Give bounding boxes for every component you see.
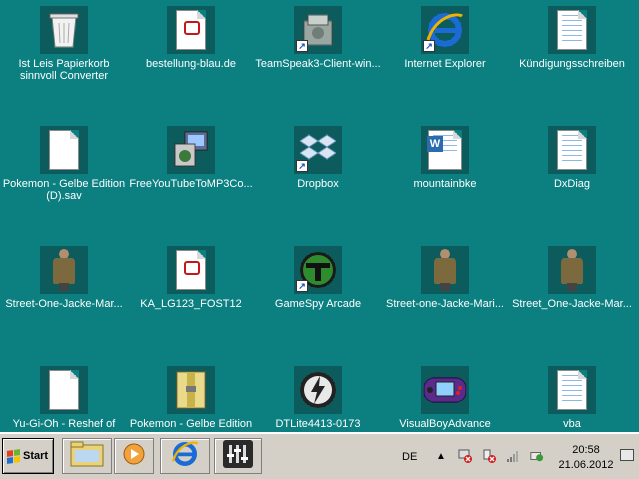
icon-label: Internet Explorer — [404, 58, 486, 70]
text-file-icon — [548, 6, 596, 54]
installer-icon: ↗ — [294, 6, 342, 54]
recycle-bin-icon — [40, 6, 88, 54]
image-file-icon — [40, 246, 88, 294]
windows-logo-icon — [7, 448, 20, 464]
blank-file-icon — [40, 366, 88, 414]
desktop-icon-kuendigungsschreiben[interactable]: Kündigungsschreiben — [508, 0, 636, 112]
icon-label: Pokemon - Gelbe Edition (D).sav — [2, 178, 126, 202]
icon-label: Kündigungsschreiben — [519, 58, 625, 70]
signal-strength-icon[interactable] — [506, 449, 520, 463]
gamespy-icon: ↗ — [294, 246, 342, 294]
desktop-icon-dropbox[interactable]: ↗ Dropbox — [254, 120, 382, 232]
network-error-icon[interactable] — [458, 449, 472, 463]
icon-label: DTLite4413-0173 — [275, 418, 361, 430]
pdf-file-icon — [167, 6, 215, 54]
installer-icon — [167, 126, 215, 174]
desktop-icon-recycle-bin[interactable]: Ist Leis Papierkorb sinnvoll Converter — [0, 0, 128, 112]
power-status-icon[interactable] — [530, 449, 544, 463]
gameboy-advance-icon — [421, 366, 469, 414]
icon-label: Dropbox — [297, 178, 339, 190]
start-label: Start — [23, 450, 49, 462]
icon-label: bestellung-blau.de — [146, 58, 236, 70]
archive-file-icon — [167, 366, 215, 414]
daemon-tools-icon — [294, 366, 342, 414]
icon-label: KA_LG123_FOST12 — [140, 298, 242, 310]
desktop-icon-teamspeak[interactable]: ↗ TeamSpeak3-Client-win... — [254, 0, 382, 112]
desktop: Ist Leis Papierkorb sinnvoll Converter b… — [0, 0, 639, 432]
pdf-file-icon — [167, 246, 215, 294]
action-center-error-icon[interactable] — [482, 449, 496, 463]
show-desktop-button[interactable] — [620, 449, 634, 461]
image-file-icon — [548, 246, 596, 294]
desktop-icon-pokemon-sav[interactable]: Pokemon - Gelbe Edition (D).sav — [0, 120, 128, 232]
icon-label: Ist Leis Papierkorb sinnvoll Converter — [18, 58, 110, 82]
system-tray: ▲ — [428, 439, 558, 473]
start-button[interactable]: Start — [2, 438, 54, 474]
media-player-icon — [122, 442, 146, 471]
taskbar: Start DE ▲ 20:58 21.06.2012 — [0, 432, 639, 479]
taskbar-file-explorer[interactable] — [62, 438, 112, 474]
blank-file-icon — [40, 126, 88, 174]
taskbar-equalizer-app[interactable] — [214, 438, 262, 474]
taskbar-media-player[interactable] — [114, 438, 154, 474]
icon-label: Yu-Gi-Oh - Reshef of — [12, 418, 116, 430]
desktop-icon-freeyoutubetomp3[interactable]: FreeYouTubeToMP3Co... — [127, 120, 255, 232]
icon-label: vba — [563, 418, 581, 430]
taskbar-internet-explorer[interactable] — [160, 438, 210, 474]
equalizer-app-icon — [223, 439, 253, 473]
image-file-icon — [421, 246, 469, 294]
desktop-icon-bestellung[interactable]: bestellung-blau.de — [127, 0, 255, 112]
desktop-icon-gamespy[interactable]: ↗ GameSpy Arcade — [254, 240, 382, 352]
desktop-icon-dxdiag[interactable]: DxDiag — [508, 120, 636, 232]
clock-date: 21.06.2012 — [558, 459, 614, 471]
shortcut-arrow-icon: ↗ — [296, 280, 308, 292]
icon-label: DxDiag — [553, 178, 591, 190]
shortcut-arrow-icon: ↗ — [423, 40, 435, 52]
icon-label: Street-One-Jacke-Mar... — [5, 298, 123, 310]
text-file-icon — [548, 126, 596, 174]
config-file-icon — [548, 366, 596, 414]
icon-label: VisualBoyAdvance — [399, 418, 491, 430]
desktop-icon-mountainbke[interactable]: W mountainbke — [381, 120, 509, 232]
icon-label: Street_One-Jacke-Mar... — [512, 298, 632, 310]
system-clock[interactable]: 20:58 21.06.2012 — [556, 443, 616, 473]
icon-label: TeamSpeak3-Client-win... — [255, 58, 381, 70]
internet-explorer-icon — [170, 439, 200, 474]
icon-label: mountainbke — [413, 178, 477, 190]
icon-label: Street-one-Jacke-Mari... — [386, 298, 504, 310]
language-indicator[interactable]: DE — [402, 451, 417, 463]
clock-time: 20:58 — [572, 444, 600, 456]
desktop-icon-internet-explorer[interactable]: ↗ Internet Explorer — [381, 0, 509, 112]
shortcut-arrow-icon: ↗ — [296, 40, 308, 52]
file-explorer-icon — [70, 441, 104, 472]
icon-label: Pokemon - Gelbe Edition — [129, 418, 253, 430]
desktop-icon-street-one-jacke-2[interactable]: Street-one-Jacke-Mari... — [381, 240, 509, 352]
icon-label: FreeYouTubeToMP3Co... — [129, 178, 253, 190]
internet-explorer-icon: ↗ — [421, 6, 469, 54]
icon-label: GameSpy Arcade — [274, 298, 362, 310]
desktop-icon-street-one-jacke-1[interactable]: Street-One-Jacke-Mar... — [0, 240, 128, 352]
desktop-icon-street-one-jacke-3[interactable]: Street_One-Jacke-Mar... — [508, 240, 636, 352]
dropbox-icon: ↗ — [294, 126, 342, 174]
desktop-icon-ka-lg123[interactable]: KA_LG123_FOST12 — [127, 240, 255, 352]
show-hidden-icons-chevron-icon[interactable]: ▲ — [434, 449, 448, 463]
shortcut-arrow-icon: ↗ — [296, 160, 308, 172]
word-document-icon: W — [421, 126, 469, 174]
